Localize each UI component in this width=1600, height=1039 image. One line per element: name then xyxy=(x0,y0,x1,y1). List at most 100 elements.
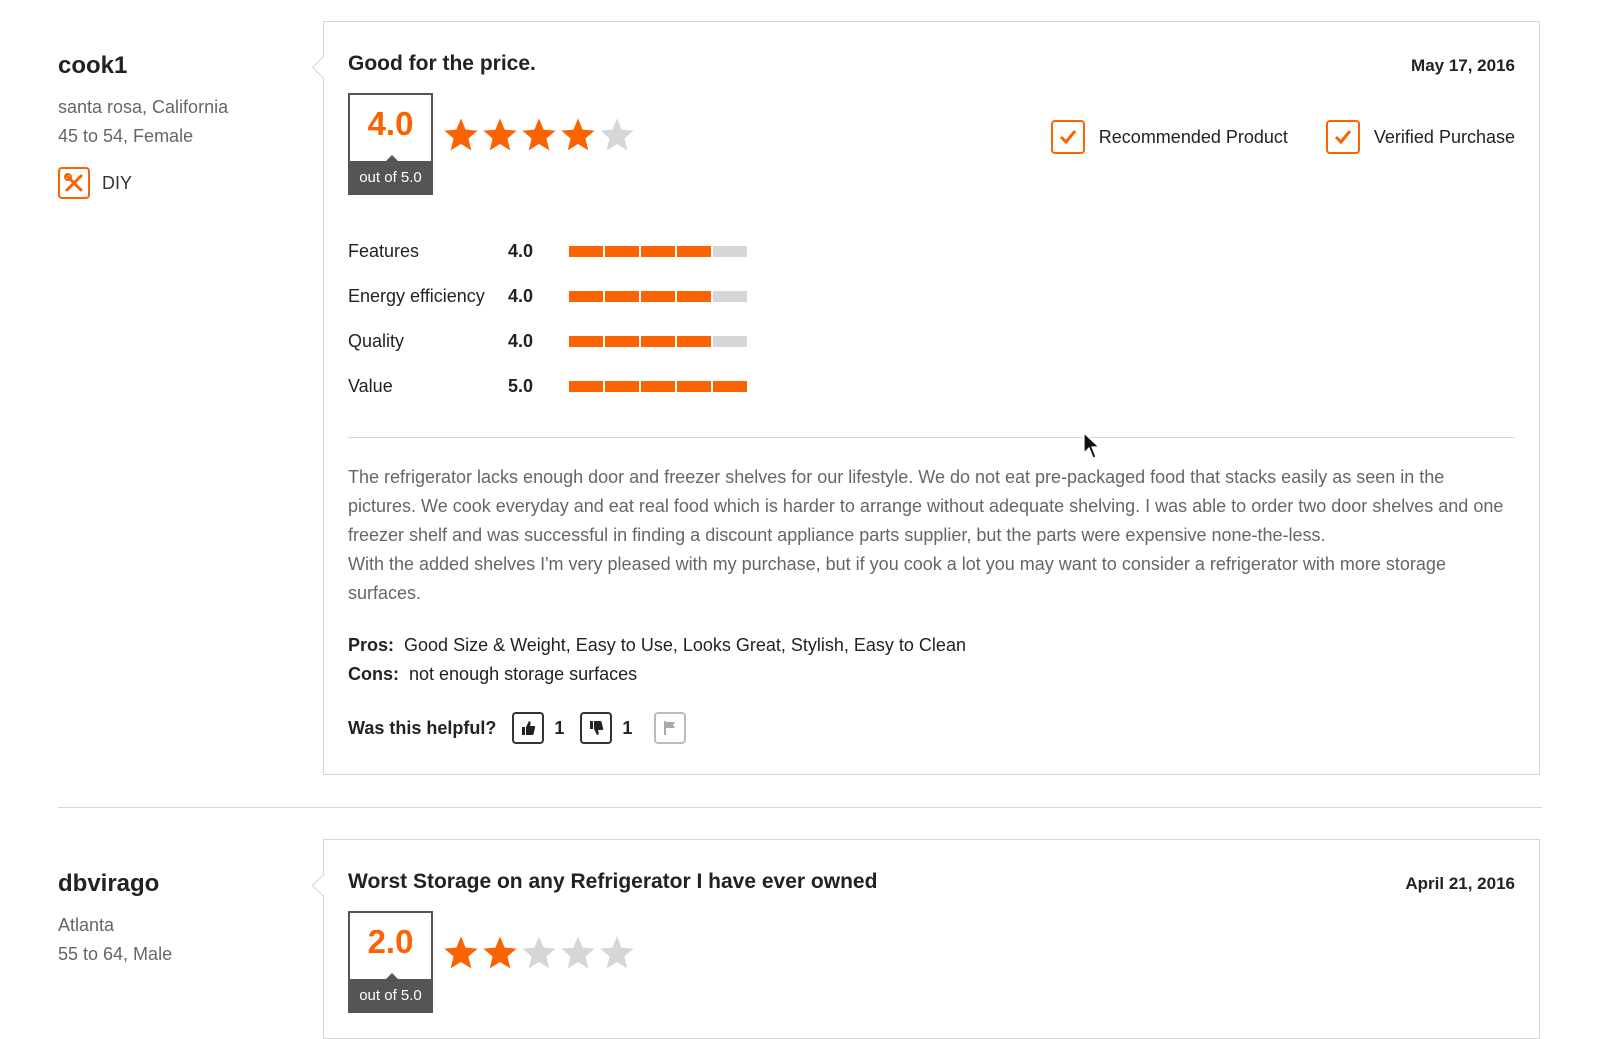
star-filled-icon xyxy=(444,118,478,151)
rating-value: 4.0 xyxy=(367,105,414,142)
flag-icon xyxy=(664,721,676,735)
sub-rating-bar xyxy=(569,381,749,392)
star-filled-icon xyxy=(561,118,595,151)
sub-rating-label: Value xyxy=(348,376,393,396)
review-checks: Recommended Product Verified Purchase xyxy=(1013,120,1515,154)
star-empty-icon xyxy=(600,118,634,151)
tools-icon xyxy=(58,167,90,199)
reviewer-name[interactable]: cook1 xyxy=(58,52,298,80)
review-body-paragraph: The refrigerator lacks enough door and f… xyxy=(348,467,1504,545)
bar-segment-empty xyxy=(713,336,747,347)
star-empty-icon xyxy=(600,936,634,969)
helpful-section: Was this helpful? 1 1 xyxy=(348,712,687,744)
rating-out-of: out of 5.0 xyxy=(350,155,431,193)
bar-segment-filled xyxy=(677,336,711,347)
star-empty-icon xyxy=(561,936,595,969)
review-card: Good for the price. May 17, 2016 4.0 out… xyxy=(311,21,1540,775)
rating-score-box: 2.0 out of 5.0 xyxy=(348,911,433,1013)
bar-segment-filled xyxy=(569,381,603,392)
review-title: Worst Storage on any Refrigerator I have… xyxy=(348,870,878,893)
report-flag-button[interactable] xyxy=(654,712,687,744)
recommended-product: Recommended Product xyxy=(1050,120,1288,154)
review-body-paragraph: With the added shelves I'm very pleased … xyxy=(348,554,1446,603)
reviewer-demographic: 55 to 64, Male xyxy=(58,944,173,964)
sub-rating-value: 4.0 xyxy=(508,286,534,306)
reviewer-location: santa rosa, California xyxy=(58,97,229,117)
review-date: May 17, 2016 xyxy=(1411,56,1515,75)
bar-segment-filled xyxy=(569,246,603,257)
reviewer-demographic: 45 to 54, Female xyxy=(58,126,194,146)
checkmark-icon xyxy=(1325,120,1360,154)
reviewer-profile: dbvirago Atlanta 55 to 64, Male xyxy=(58,870,298,969)
sub-rating-row: Features 4.0 xyxy=(348,229,749,274)
sub-rating-bar xyxy=(569,246,749,257)
pros-cons: Pros: Good Size & Weight, Easy to Use, L… xyxy=(348,631,966,689)
sub-rating-label: Features xyxy=(348,241,420,261)
thumbs-down-icon xyxy=(590,721,604,735)
cons-text: not enough storage surfaces xyxy=(409,664,638,684)
review-title: Good for the price. xyxy=(348,52,536,75)
reviewer-badge: DIY xyxy=(58,167,298,199)
reviewer-name[interactable]: dbvirago xyxy=(58,870,298,898)
rating-score-box: 4.0 out of 5.0 xyxy=(348,93,433,195)
cons-line: Cons: not enough storage surfaces xyxy=(348,660,966,689)
badge-label: DIY xyxy=(102,172,133,193)
star-rating xyxy=(442,934,637,972)
reviewer-location: Atlanta xyxy=(58,915,115,935)
recommended-label: Recommended Product xyxy=(1098,126,1288,147)
bar-segment-filled xyxy=(641,336,675,347)
thumbs-down-count: 1 xyxy=(622,717,633,738)
bar-segment-filled xyxy=(569,336,603,347)
bar-segment-filled xyxy=(677,381,711,392)
thumbs-down-button[interactable] xyxy=(580,712,613,744)
sub-rating-value: 4.0 xyxy=(508,331,534,351)
reviewer-profile: cook1 santa rosa, California 45 to 54, F… xyxy=(58,52,298,199)
sub-rating-bar xyxy=(569,336,749,347)
card-pointer xyxy=(311,56,334,79)
sub-rating-bar xyxy=(569,291,749,302)
sub-rating-row: Quality 4.0 xyxy=(348,319,749,364)
sub-rating-row: Energy efficiency 4.0 xyxy=(348,274,749,319)
sub-rating-label: Energy efficiency xyxy=(348,286,485,306)
star-empty-icon xyxy=(522,936,556,969)
bar-segment-filled xyxy=(641,381,675,392)
bar-segment-filled xyxy=(677,246,711,257)
cons-label: Cons: xyxy=(348,664,399,684)
review-separator xyxy=(58,807,1542,808)
sub-rating-label: Quality xyxy=(348,331,405,351)
checkmark-icon xyxy=(1050,120,1085,154)
pros-line: Pros: Good Size & Weight, Easy to Use, L… xyxy=(348,631,966,660)
star-filled-icon xyxy=(483,936,517,969)
sub-rating-value: 5.0 xyxy=(508,376,534,396)
bar-segment-empty xyxy=(713,246,747,257)
bar-segment-filled xyxy=(569,291,603,302)
rating-value: 2.0 xyxy=(367,923,414,960)
verified-purchase: Verified Purchase xyxy=(1325,120,1515,154)
star-filled-icon xyxy=(483,118,517,151)
review-card: Worst Storage on any Refrigerator I have… xyxy=(311,839,1540,1039)
bar-segment-empty xyxy=(713,291,747,302)
bar-segment-filled xyxy=(641,246,675,257)
thumbs-up-count: 1 xyxy=(554,717,565,738)
bar-segment-filled xyxy=(605,291,639,302)
bar-segment-filled xyxy=(677,291,711,302)
pros-text: Good Size & Weight, Easy to Use, Looks G… xyxy=(404,635,966,655)
thumbs-up-button[interactable] xyxy=(512,712,545,744)
star-filled-icon xyxy=(522,118,556,151)
bar-segment-filled xyxy=(605,246,639,257)
sub-rating-value: 4.0 xyxy=(508,241,534,261)
pros-label: Pros: xyxy=(348,635,395,655)
sub-ratings: Features 4.0 Energy efficiency 4.0 Quali… xyxy=(348,229,749,409)
bar-segment-filled xyxy=(713,381,747,392)
bar-segment-filled xyxy=(605,381,639,392)
card-pointer xyxy=(311,874,334,897)
rating-out-of: out of 5.0 xyxy=(350,973,431,1011)
mouse-cursor-icon xyxy=(1083,432,1101,459)
thumbs-up-icon xyxy=(522,721,536,735)
divider xyxy=(348,437,1515,438)
verified-label: Verified Purchase xyxy=(1373,126,1515,147)
bar-segment-filled xyxy=(641,291,675,302)
helpful-label: Was this helpful? xyxy=(348,717,497,738)
sub-rating-row: Value 5.0 xyxy=(348,364,749,409)
star-filled-icon xyxy=(444,936,478,969)
